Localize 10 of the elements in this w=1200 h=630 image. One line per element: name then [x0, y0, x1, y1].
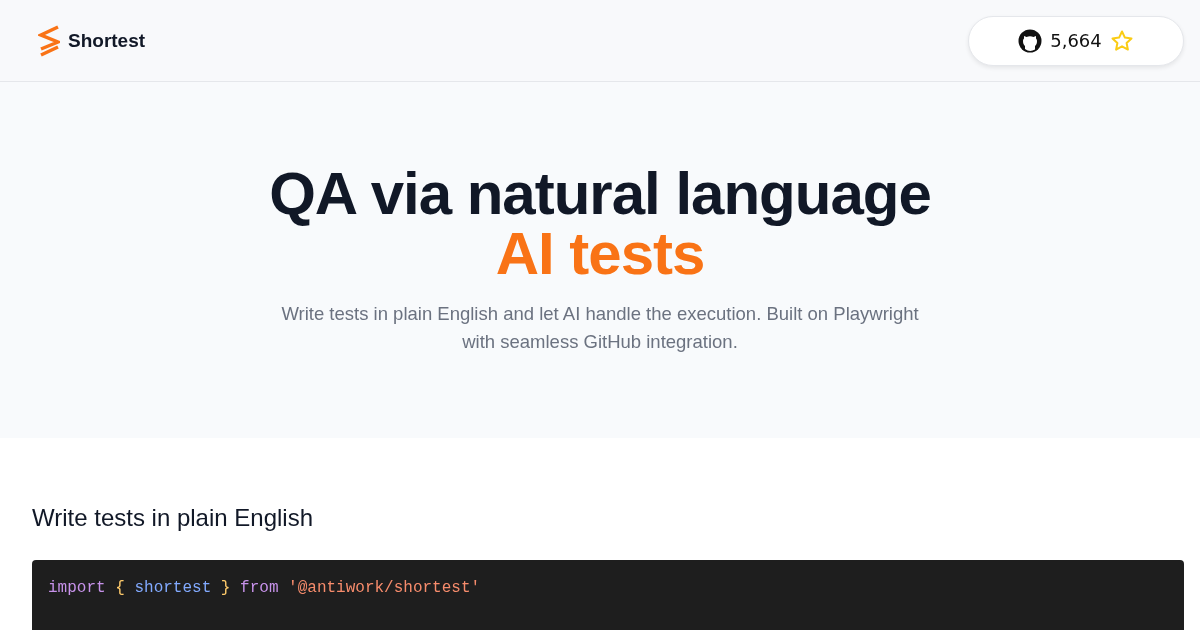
section-heading: Write tests in plain English [32, 504, 314, 532]
hero-highlight: AI tests [495, 224, 705, 284]
star-icon [1109, 28, 1134, 53]
github-icon [1018, 28, 1043, 53]
github-stars-button[interactable]: 5,664 [968, 15, 1184, 66]
logo-icon [38, 24, 60, 57]
logo-link[interactable]: Shortest [38, 24, 146, 57]
hero-subtitle: Write tests in plain English and let AI handle the execution. Built on Playwright with seamless GitHub integration. [280, 302, 920, 354]
code-line: import { shortest } from '@antiwork/shortest' [48, 578, 481, 598]
hero-title: QA via natural language [269, 164, 931, 224]
